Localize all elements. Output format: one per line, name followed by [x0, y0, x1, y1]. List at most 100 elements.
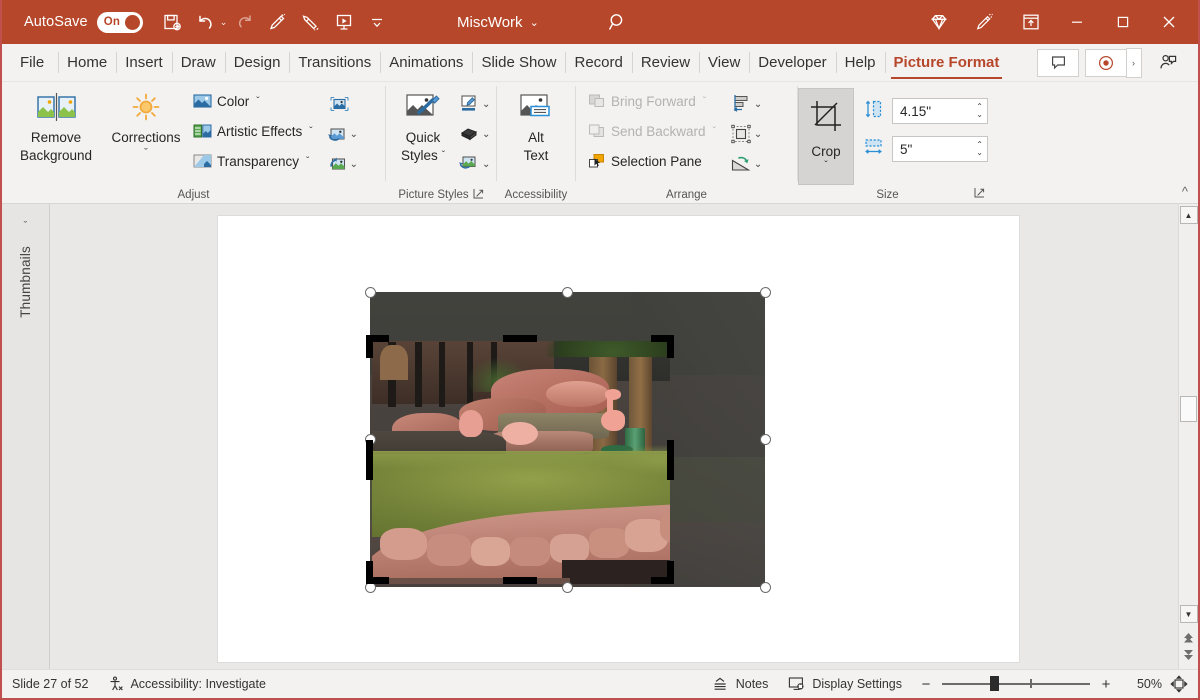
slide-surface[interactable]	[217, 215, 1020, 663]
color-button[interactable]: Color ˇ	[189, 86, 317, 116]
artistic-effects-caret[interactable]: ˇ	[309, 126, 312, 137]
maximize-button[interactable]	[1100, 0, 1146, 44]
autosave-toggle[interactable]: On	[97, 12, 143, 33]
shape-width-spinner[interactable]: ⌃⌄	[976, 137, 983, 161]
next-slide-icon[interactable]	[1182, 648, 1195, 661]
tab-help[interactable]: Help	[836, 44, 885, 81]
tab-developer[interactable]: Developer	[749, 44, 835, 81]
quick-styles-button[interactable]: Quick Styles ˇ	[390, 86, 456, 165]
color-caret[interactable]: ˇ	[256, 96, 259, 107]
slide-counter[interactable]: Slide 27 of 52	[2, 670, 98, 698]
save-icon[interactable]	[157, 7, 188, 37]
zoom-in-button[interactable]: +	[1100, 676, 1112, 693]
ink-replay-icon[interactable]	[262, 7, 293, 37]
crop-button[interactable]: Crop ˇ	[798, 88, 854, 185]
start-presentation-icon[interactable]	[328, 7, 359, 37]
comments-icon[interactable]	[1037, 49, 1079, 77]
fit-slide-to-window-button[interactable]	[1162, 675, 1198, 693]
thumbnails-pane[interactable]: ˇ Thumbnails	[2, 204, 50, 669]
chevron-down-icon[interactable]: ⌄	[530, 16, 539, 29]
group-objects-button[interactable]: ⌄	[728, 119, 764, 149]
change-picture-caret[interactable]: ⌄	[350, 129, 358, 140]
tab-slide-show[interactable]: Slide Show	[472, 44, 565, 81]
transparency-caret[interactable]: ˇ	[306, 156, 309, 167]
rotate-objects-caret[interactable]: ⌄	[754, 159, 762, 170]
crop-handle-bottom-right-v[interactable]	[667, 561, 674, 584]
thumbnails-expand-caret[interactable]: ˇ	[24, 220, 28, 232]
tab-view[interactable]: View	[699, 44, 749, 81]
remove-background-button[interactable]: Remove Background	[10, 86, 102, 165]
crop-handle-top-right-v[interactable]	[667, 335, 674, 358]
autosave-control[interactable]: AutoSave On	[24, 12, 143, 33]
present-in-teams-icon[interactable]	[1008, 0, 1054, 44]
selection-handle-top-left[interactable]	[365, 287, 376, 298]
compress-pictures-icon[interactable]	[325, 89, 355, 119]
artistic-effects-button[interactable]: Artistic Effects ˇ	[189, 116, 317, 146]
crop-handle-top-left-v[interactable]	[366, 335, 373, 358]
picture-effects-button[interactable]: ⌄	[456, 119, 492, 149]
crop-handle-bottom-left-v[interactable]	[366, 561, 373, 584]
undo-icon[interactable]	[190, 7, 221, 37]
close-button[interactable]	[1146, 0, 1192, 44]
selection-handle-top-center[interactable]	[562, 287, 573, 298]
slide-canvas-area[interactable]	[50, 204, 1178, 669]
tab-file[interactable]: File	[2, 44, 58, 81]
record-button-icon[interactable]	[1085, 49, 1127, 77]
shape-height-input[interactable]: 4.15" ⌃⌄	[892, 98, 988, 124]
selection-handle-middle-right[interactable]	[760, 434, 771, 445]
crop-handle-middle-left[interactable]	[366, 440, 373, 480]
previous-slide-icon[interactable]	[1182, 632, 1195, 645]
accessibility-status[interactable]: Accessibility: Investigate	[98, 670, 275, 698]
scroll-down-button[interactable]: ▼	[1180, 605, 1198, 623]
share-icon[interactable]	[1148, 48, 1188, 78]
align-objects-caret[interactable]: ⌄	[754, 99, 762, 110]
zoom-out-button[interactable]: −	[920, 676, 932, 693]
crop-handle-top-center[interactable]	[503, 335, 537, 342]
reset-picture-button[interactable]: ⌄	[325, 149, 360, 179]
undo-dropdown-caret[interactable]: ⌄	[220, 17, 228, 28]
tab-review[interactable]: Review	[632, 44, 699, 81]
tab-picture-format[interactable]: Picture Format	[885, 44, 1009, 81]
reset-picture-caret[interactable]: ⌄	[350, 159, 358, 170]
designer-icon[interactable]	[962, 0, 1008, 44]
zoom-level[interactable]: 50%	[1120, 677, 1162, 691]
corrections-caret[interactable]: ˇ	[144, 146, 148, 161]
selection-handle-bottom-center[interactable]	[562, 582, 573, 593]
group-objects-caret[interactable]: ⌄	[754, 129, 762, 140]
crop-handle-middle-right[interactable]	[667, 440, 674, 480]
tab-draw[interactable]: Draw	[172, 44, 225, 81]
vertical-scrollbar[interactable]: ▲ ▼	[1178, 204, 1198, 669]
tab-insert[interactable]: Insert	[116, 44, 172, 81]
minimize-button[interactable]	[1054, 0, 1100, 44]
tab-animations[interactable]: Animations	[380, 44, 472, 81]
tab-transitions[interactable]: Transitions	[289, 44, 380, 81]
picture-effects-caret[interactable]: ⌄	[482, 129, 490, 140]
picture-styles-dialog-launcher[interactable]	[473, 188, 484, 202]
picture-border-caret[interactable]: ⌄	[482, 99, 490, 110]
notes-button[interactable]: Notes	[703, 677, 779, 692]
shape-width-input[interactable]: 5" ⌃⌄	[892, 136, 988, 162]
tab-record[interactable]: Record	[565, 44, 631, 81]
selection-handle-top-right[interactable]	[760, 287, 771, 298]
bring-forward-caret[interactable]: ˇ	[703, 96, 706, 107]
draw-pen-icon[interactable]	[295, 7, 326, 37]
picture-border-button[interactable]: ⌄	[456, 89, 492, 119]
size-dialog-launcher[interactable]	[974, 187, 985, 201]
crop-handle-bottom-center[interactable]	[503, 577, 537, 584]
scrollbar-thumb[interactable]	[1180, 396, 1197, 422]
record-dropdown-caret[interactable]: ›	[1126, 48, 1142, 78]
align-objects-button[interactable]: ⌄	[728, 89, 764, 119]
send-backward-button[interactable]: Send Backward ˇ	[584, 116, 720, 146]
picture-layout-button[interactable]: ⌄	[456, 149, 492, 179]
zoom-track[interactable]	[942, 683, 1090, 685]
tab-home[interactable]: Home	[58, 44, 116, 81]
picture-layout-caret[interactable]: ⌄	[482, 159, 490, 170]
collapse-ribbon-button[interactable]: ^	[1182, 184, 1188, 199]
shape-height-spinner[interactable]: ⌃⌄	[976, 99, 983, 123]
rotate-objects-button[interactable]: ⌄	[728, 149, 764, 179]
transparency-button[interactable]: Transparency ˇ	[189, 146, 317, 176]
corrections-button[interactable]: Corrections ˇ	[107, 86, 185, 160]
zoom-thumb[interactable]	[990, 676, 999, 691]
selected-picture[interactable]	[370, 292, 765, 587]
crop-region[interactable]	[372, 341, 670, 584]
